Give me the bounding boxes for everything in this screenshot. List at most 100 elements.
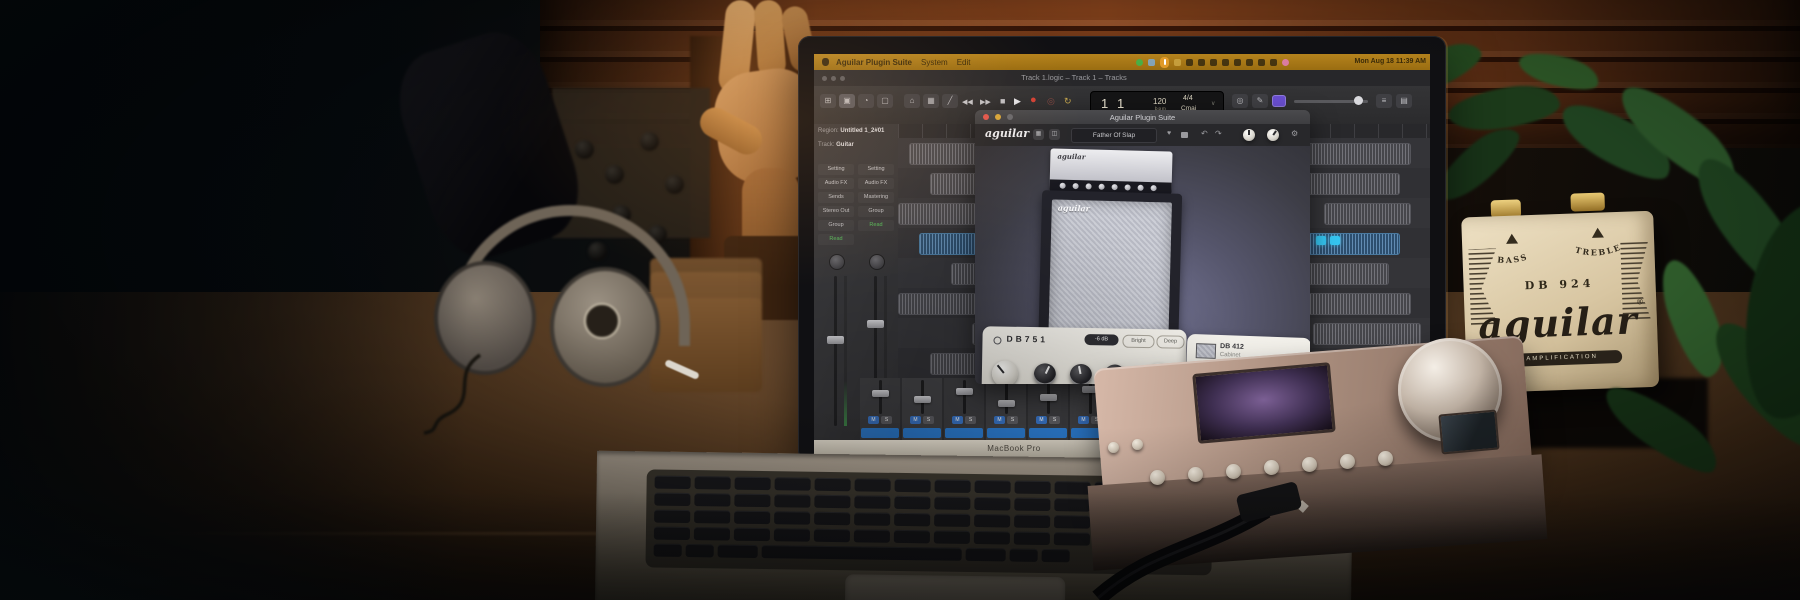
preset-selector[interactable]: Father Of Slap: [1071, 128, 1157, 143]
window-close-icon[interactable]: [822, 76, 827, 81]
pan-knob[interactable]: [829, 254, 845, 270]
fader-cap[interactable]: [914, 396, 931, 403]
clock-icon[interactable]: [1186, 59, 1193, 66]
fader-cap[interactable]: [956, 388, 973, 395]
record-icon[interactable]: [1210, 59, 1217, 66]
channel-strip-slot[interactable]: Audio FX: [858, 178, 894, 189]
channel-strip-slot[interactable]: Stereo Out: [818, 206, 854, 217]
mixer-strip[interactable]: MS: [986, 378, 1026, 440]
menu-bar: Aguilar Plugin Suite System Edit Mon Aug…: [814, 54, 1430, 70]
preset-browser-icon[interactable]: ◫: [1049, 129, 1060, 140]
capture-button[interactable]: ◎: [1047, 96, 1055, 107]
track-name-label[interactable]: [987, 428, 1025, 438]
quick-help-icon[interactable]: ◔: [858, 94, 874, 108]
pencil-icon[interactable]: ╱: [942, 94, 958, 108]
region-value[interactable]: Untitled 1_2#01: [840, 128, 884, 134]
mute-button[interactable]: M: [952, 416, 963, 424]
input-level-knob[interactable]: [1243, 129, 1255, 141]
mixer-strip[interactable]: MS: [1028, 378, 1068, 440]
mute-button[interactable]: M: [1036, 416, 1047, 424]
channel-strip-slot[interactable]: Setting: [858, 164, 894, 175]
treble-knob[interactable]: [1034, 363, 1056, 384]
list-icon[interactable]: ≡: [1376, 94, 1392, 108]
lock-icon[interactable]: [1181, 132, 1188, 138]
mixer-icon[interactable]: ▦: [923, 94, 939, 108]
mute-button[interactable]: M: [994, 416, 1005, 424]
fader-cap[interactable]: [998, 400, 1015, 407]
solo-button[interactable]: S: [923, 416, 934, 424]
list-editors-icon[interactable]: ▢: [877, 94, 893, 108]
favorite-icon[interactable]: ♥: [1167, 130, 1171, 137]
pedal-knob-right-label: TREBLE: [1574, 241, 1624, 258]
track-name-label[interactable]: [861, 428, 899, 438]
gain-knob[interactable]: [992, 360, 1018, 384]
track-name-label[interactable]: [903, 428, 941, 438]
box-icon[interactable]: [1174, 59, 1181, 66]
solo-button[interactable]: S: [1007, 416, 1018, 424]
speaker-icon[interactable]: [1222, 59, 1229, 66]
mixer-strip[interactable]: MS: [860, 378, 900, 440]
browser-icon[interactable]: ▤: [1396, 94, 1412, 108]
window-min-icon[interactable]: [831, 76, 836, 81]
track-name-label[interactable]: [945, 428, 983, 438]
solo-button[interactable]: S: [881, 416, 892, 424]
inspector-icon[interactable]: ▣: [839, 94, 855, 108]
play-button[interactable]: ▶: [1014, 96, 1021, 107]
channel-strip-slot[interactable]: Mastering: [858, 192, 894, 203]
fader-cap[interactable]: [872, 390, 889, 397]
channel-strip-slot[interactable]: Group: [818, 220, 854, 231]
track-name-label[interactable]: [1029, 428, 1067, 438]
window-zoom-icon[interactable]: [840, 76, 845, 81]
channel-fader-cap[interactable]: [827, 336, 844, 344]
fader-cap[interactable]: [1040, 394, 1057, 401]
lcd-chevron-icon[interactable]: ∨: [1211, 100, 1215, 107]
home-icon[interactable]: ⌂: [904, 94, 920, 108]
home-icon[interactable]: [1198, 59, 1205, 66]
menu-app-name[interactable]: Aguilar Plugin Suite: [836, 58, 912, 67]
solo-button[interactable]: S: [1049, 416, 1060, 424]
laptop-key: [895, 479, 931, 493]
mixer-strip[interactable]: MS: [902, 378, 942, 440]
volume-slider-knob[interactable]: [1354, 96, 1363, 105]
pencil-icon[interactable]: ✎: [1252, 94, 1268, 108]
menu-item-edit[interactable]: Edit: [957, 58, 971, 67]
channel-strip-slot[interactable]: Group: [858, 206, 894, 217]
channel-fader-cap[interactable]: [867, 320, 884, 328]
screen-share-icon[interactable]: [1136, 59, 1143, 66]
camera-icon[interactable]: [1148, 59, 1155, 66]
channel-strip-slot[interactable]: Audio FX: [818, 178, 854, 189]
pan-knob[interactable]: [869, 254, 885, 270]
pin-icon[interactable]: ◎: [1232, 94, 1248, 108]
redo-icon[interactable]: ↷: [1215, 129, 1222, 138]
mute-button[interactable]: M: [910, 416, 921, 424]
cycle-button[interactable]: ↻: [1064, 96, 1072, 107]
rewind-button[interactable]: ◀◀: [962, 98, 973, 106]
channel-strip-slot[interactable]: Read: [818, 234, 854, 245]
mute-button[interactable]: M: [868, 416, 879, 424]
cpu-badge[interactable]: [1272, 95, 1286, 107]
library-icon[interactable]: ⊞: [820, 94, 836, 108]
battery-icon[interactable]: [1258, 59, 1265, 66]
undo-icon[interactable]: ↶: [1201, 129, 1208, 138]
output-level-knob[interactable]: [1267, 129, 1279, 141]
forward-button[interactable]: ▶▶: [980, 98, 991, 106]
solo-button[interactable]: S: [965, 416, 976, 424]
channel-strip-slot[interactable]: Read: [858, 220, 894, 231]
channel-strip-slot[interactable]: Setting: [818, 164, 854, 175]
laptop-key: [654, 527, 690, 541]
stop-button[interactable]: ■: [1000, 96, 1005, 106]
channel-strip-slot[interactable]: Sends: [818, 192, 854, 203]
apple-icon[interactable]: [822, 58, 829, 66]
menu-item-system[interactable]: System: [921, 58, 948, 67]
mic-active-icon[interactable]: [1160, 57, 1169, 68]
control-center-icon[interactable]: [1234, 59, 1241, 66]
mixer-strip[interactable]: MS: [944, 378, 984, 440]
track-value[interactable]: Guitar: [836, 142, 854, 148]
preset-prev-icon[interactable]: ▦: [1033, 129, 1044, 140]
menu-clock[interactable]: Mon Aug 18 11:39 AM: [1355, 58, 1426, 65]
settings-gear-icon[interactable]: ⚙: [1291, 129, 1298, 138]
search-icon[interactable]: [1270, 59, 1277, 66]
avatar-icon[interactable]: [1282, 59, 1289, 66]
wifi-icon[interactable]: [1246, 59, 1253, 66]
record-button[interactable]: ●: [1030, 94, 1037, 106]
